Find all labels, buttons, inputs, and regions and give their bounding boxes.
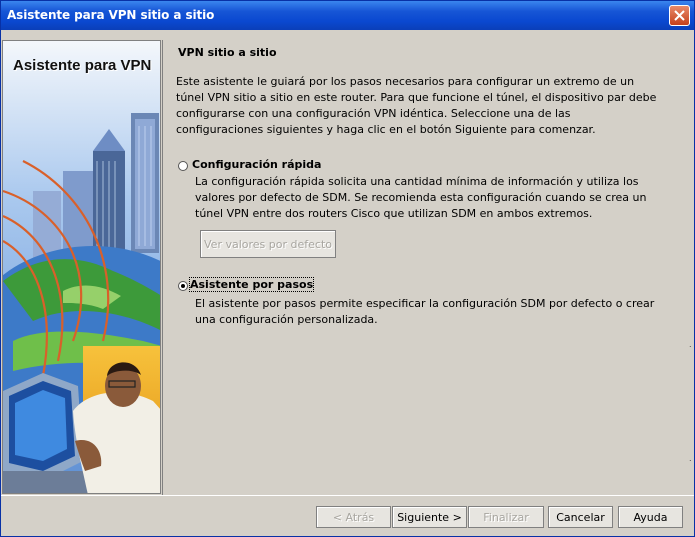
panel-divider [162,40,163,495]
edge-mark: . [689,340,692,349]
option-description-rapida: La configuración rápida solicita una can… [195,175,647,220]
close-icon [674,10,685,21]
view-defaults-button[interactable]: Ver valores por defecto [200,230,336,258]
option-label-pasos[interactable]: Asistente por pasos [188,277,315,292]
finish-button[interactable]: Finalizar [468,506,544,528]
window-title: Asistente para VPN sitio a sitio [7,8,215,22]
side-panel-title: Asistente para VPN [13,57,152,74]
radio-configuracion-rapida[interactable] [178,161,188,171]
back-button[interactable]: < Atrás [316,506,391,528]
page-heading: VPN sitio a sitio [178,46,277,59]
option-label-rapida[interactable]: Configuración rápida [192,158,321,171]
wizard-window: Asistente para VPN sitio a sitio Asisten… [0,0,695,537]
title-bar[interactable]: Asistente para VPN sitio a sitio [1,1,694,30]
cancel-button[interactable]: Cancelar [548,506,613,528]
radio-asistente-por-pasos[interactable] [178,281,188,291]
option-description-pasos: El asistente por pasos permite especific… [195,297,655,326]
next-button[interactable]: Siguiente > [392,506,467,528]
intro-text: Este asistente le guiará por los pasos n… [176,75,657,136]
content-area: Asistente para VPN VPN sitio a sitio Est… [1,30,694,495]
edge-mark: . [689,454,692,463]
vpn-wizard-illustration [3,41,160,493]
help-button[interactable]: Ayuda [618,506,683,528]
close-button[interactable] [669,5,690,26]
side-panel: Asistente para VPN [2,40,161,494]
button-bar: < Atrás Siguiente > Finalizar Cancelar A… [1,495,694,536]
